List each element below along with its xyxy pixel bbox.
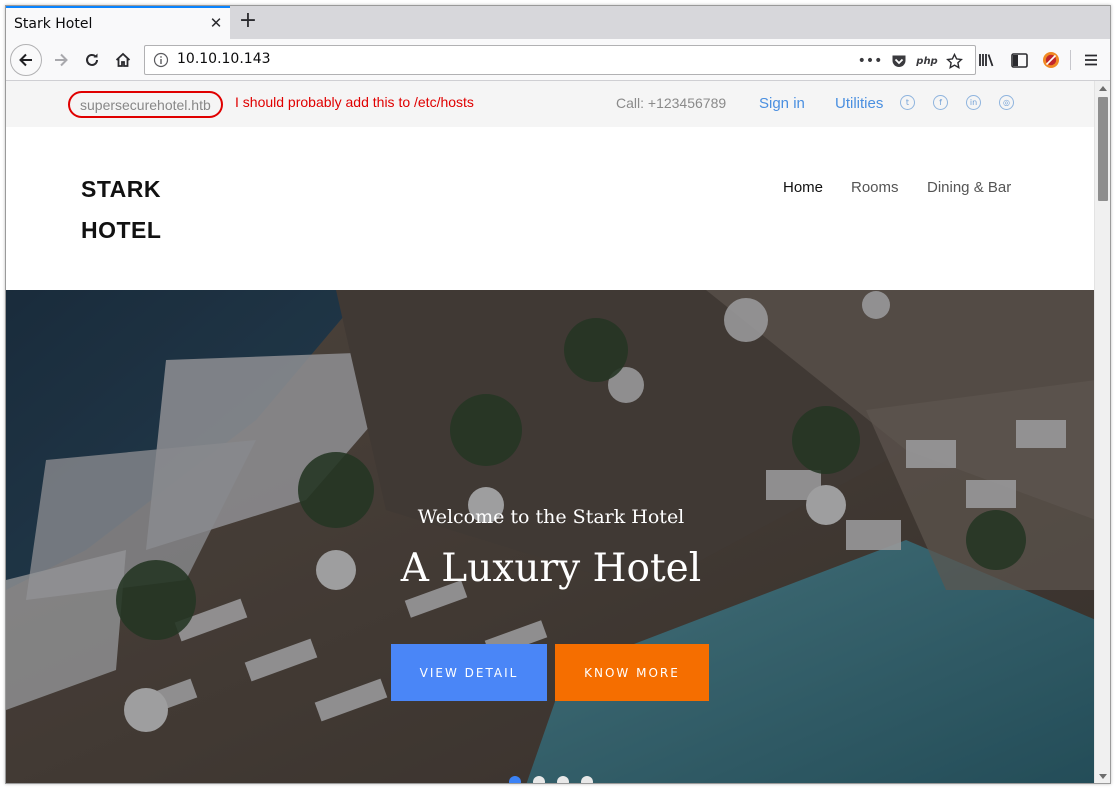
close-tab-icon[interactable]: ✕ <box>208 15 224 31</box>
back-button[interactable] <box>10 44 42 76</box>
nav-home[interactable]: Home <box>783 179 823 196</box>
domain-annotation-box: supersecurehotel.htb <box>68 91 223 118</box>
hamburger-menu-icon <box>1085 54 1097 66</box>
reload-icon <box>86 53 98 66</box>
navigation-toolbar: 10.10.10.143 ••• php <box>6 39 1110 81</box>
hero-title: A Luxury Hotel <box>400 546 702 591</box>
site-header: STARK HOTEL Home Rooms Dining & Bar <box>6 127 1096 290</box>
site-logo[interactable]: STARK HOTEL <box>81 169 201 251</box>
phone-number: Call: +123456789 <box>616 95 727 111</box>
library-button[interactable] <box>972 45 1002 75</box>
nav-rooms[interactable]: Rooms <box>851 179 899 196</box>
dribbble-icon[interactable]: ◎ <box>999 95 1014 110</box>
slider-dot-3[interactable] <box>557 776 569 783</box>
hero-subtitle: Welcome to the Stark Hotel <box>417 506 685 528</box>
page-scrollbar[interactable] <box>1094 81 1110 783</box>
sign-in-link[interactable]: Sign in <box>759 95 805 112</box>
forward-button[interactable] <box>46 45 76 75</box>
url-bar[interactable]: 10.10.10.143 ••• php <box>144 45 976 75</box>
library-icon <box>979 54 994 67</box>
know-more-button[interactable]: KNOW MORE <box>555 644 709 701</box>
pocket-icon[interactable] <box>889 50 909 72</box>
home-icon <box>115 52 131 67</box>
forward-arrow-icon <box>55 53 68 67</box>
extension-button[interactable] <box>1036 45 1066 75</box>
facebook-icon[interactable]: f <box>933 95 948 110</box>
linkedin-icon[interactable]: in <box>966 95 981 110</box>
tab-title: Stark Hotel <box>14 15 93 32</box>
extension-icon <box>1043 52 1059 68</box>
logo-line-2: HOTEL <box>81 217 162 243</box>
twitter-icon[interactable]: t <box>900 95 915 110</box>
home-button[interactable] <box>108 45 138 75</box>
slider-dot-2[interactable] <box>533 776 545 783</box>
tab-strip: Stark Hotel ✕ + <box>6 6 1110 39</box>
scrollbar-thumb[interactable] <box>1098 97 1108 201</box>
utilities-link[interactable]: Utilities <box>835 95 883 112</box>
domain-text: supersecurehotel.htb <box>80 96 211 113</box>
scroll-down-arrow-icon[interactable] <box>1098 773 1108 781</box>
nav-dining-bar[interactable]: Dining & Bar <box>927 179 1011 196</box>
back-arrow-icon <box>19 53 32 67</box>
bookmark-star-icon[interactable] <box>943 50 965 72</box>
sidebar-button[interactable] <box>1004 45 1034 75</box>
hero-dark-overlay <box>6 290 1096 783</box>
hero-slider: Welcome to the Stark Hotel A Luxury Hote… <box>6 290 1096 783</box>
sidebar-icon <box>1010 52 1028 68</box>
view-detail-button[interactable]: VIEW DETAIL <box>391 644 547 701</box>
site-info-icon[interactable] <box>153 52 169 68</box>
browser-window: Stark Hotel ✕ + 10.10.10.143 ••• php sup… <box>5 5 1111 784</box>
new-tab-button[interactable]: + <box>236 10 260 34</box>
annotation-note: I should probably add this to /etc/hosts <box>235 94 474 110</box>
url-text: 10.10.10.143 <box>177 51 271 67</box>
page-actions-icon[interactable]: ••• <box>858 50 883 72</box>
scroll-up-arrow-icon[interactable] <box>1098 84 1108 92</box>
reload-button[interactable] <box>77 45 107 75</box>
top-info-bar: supersecurehotel.htb I should probably a… <box>6 81 1096 127</box>
slider-dot-1[interactable] <box>509 776 521 783</box>
toolbar-separator <box>1070 50 1071 70</box>
logo-line-1: STARK <box>81 176 162 202</box>
slider-dot-4[interactable] <box>581 776 593 783</box>
php-extension-icon[interactable]: php <box>915 50 939 72</box>
web-page: supersecurehotel.htb I should probably a… <box>6 81 1096 783</box>
tab-stark-hotel[interactable]: Stark Hotel ✕ <box>6 6 230 39</box>
menu-button[interactable] <box>1076 45 1106 75</box>
